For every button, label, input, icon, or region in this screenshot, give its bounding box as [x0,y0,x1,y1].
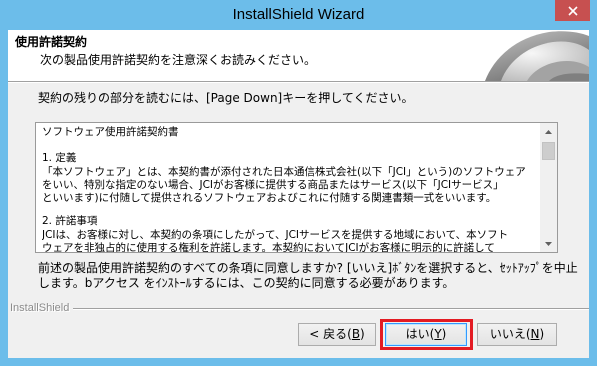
license-line: をいい、特別な指定のない場合、JCIがお客様に提供する商品またはサービス(以下「… [42,178,504,191]
accept-prompt-line: 前述の製品使用許諾契約のすべての条項に同意しますか? [いいえ]ﾎﾞﾀﾝを選択す… [38,261,578,275]
license-line: JCIは、お客様に対し、本契約の条項にしたがって、JCIサービスを提供する地域に… [42,228,509,241]
scroll-down-arrow-icon [545,241,552,246]
license-line: ウェアを非独占的に使用する権利を許諾します。本契約においてJCIがお客様に明示的… [42,242,495,252]
close-icon [567,5,578,16]
license-section-heading: 1. 定義 [42,152,77,165]
license-section: 1. 定義 「本ソフトウェア」とは、本契約書が添付された日本通信株式会社(以下「… [42,152,540,205]
dialog-client-area: 使用許諾契約 次の製品使用許諾契約を注意深くお読みください。 契約の残りの部分を… [8,30,589,358]
installshield-wizard-window: InstallShield Wizard 使用許諾契約 次の製品使用許諾契約を注… [0,0,597,366]
highlight-box [380,319,473,350]
header-subtitle: 次の製品使用許諾契約を注意深くお読みください。 [40,53,317,67]
scroll-down-button[interactable] [540,235,557,252]
back-button[interactable]: < 戻る(B) [298,323,376,346]
page-down-instruction: 契約の残りの部分を読むには、[Page Down]キーを押してください。 [38,91,414,105]
no-button[interactable]: いいえ(N) [477,323,557,346]
installshield-brand-label: InstallShield [10,302,70,314]
vertical-scrollbar[interactable] [540,123,557,252]
header-title: 使用許諾契約 [15,35,88,49]
back-button-label-end: ) [360,327,365,341]
header-divider-highlight [8,82,589,83]
accept-prompt: 前述の製品使用許諾契約のすべての条項に同意しますか? [いいえ]ﾎﾞﾀﾝを選択す… [38,261,578,291]
scrollbar-thumb[interactable] [542,142,555,160]
scroll-up-arrow-icon [545,129,552,134]
title-bar[interactable]: InstallShield Wizard [0,0,597,30]
license-title: ソフトウェア使用許諾契約書 [42,126,179,138]
no-button-label: いいえ( [489,327,531,341]
footer-divider-highlight [73,309,589,310]
installshield-banner-graphic [485,31,589,81]
license-text-box[interactable]: ソフトウェア使用許諾契約書 1. 定義 「本ソフトウェア」とは、本契約書が添付さ… [35,122,558,253]
license-text: ソフトウェア使用許諾契約書 1. 定義 「本ソフトウェア」とは、本契約書が添付さ… [36,123,540,252]
license-section: 2. 許諾事項 JCIは、お客様に対し、本契約の条項にしたがって、JCIサービス… [42,215,540,252]
accept-prompt-line: します。bアクセス をｲﾝｽﾄｰﾙするには、この契約に同意する必要があります。 [38,276,455,290]
scroll-up-button[interactable] [540,123,557,140]
license-section-heading: 2. 許諾事項 [42,215,98,228]
license-line: 「本ソフトウェア」とは、本契約書が添付された日本通信株式会社(以下「JCI」とい… [42,165,526,178]
back-button-label: < 戻る( [309,327,352,341]
dialog-header: 使用許諾契約 次の製品使用許諾契約を注意深くお読みください。 [8,30,589,81]
back-button-access-key: B [351,327,361,341]
window-title: InstallShield Wizard [232,6,365,23]
close-button[interactable] [555,0,590,21]
no-button-label-end: ) [539,327,545,341]
license-line: といいます)に付随して提供されるソフトウェアおよびこれに付随する関連書類一式をい… [42,192,497,205]
